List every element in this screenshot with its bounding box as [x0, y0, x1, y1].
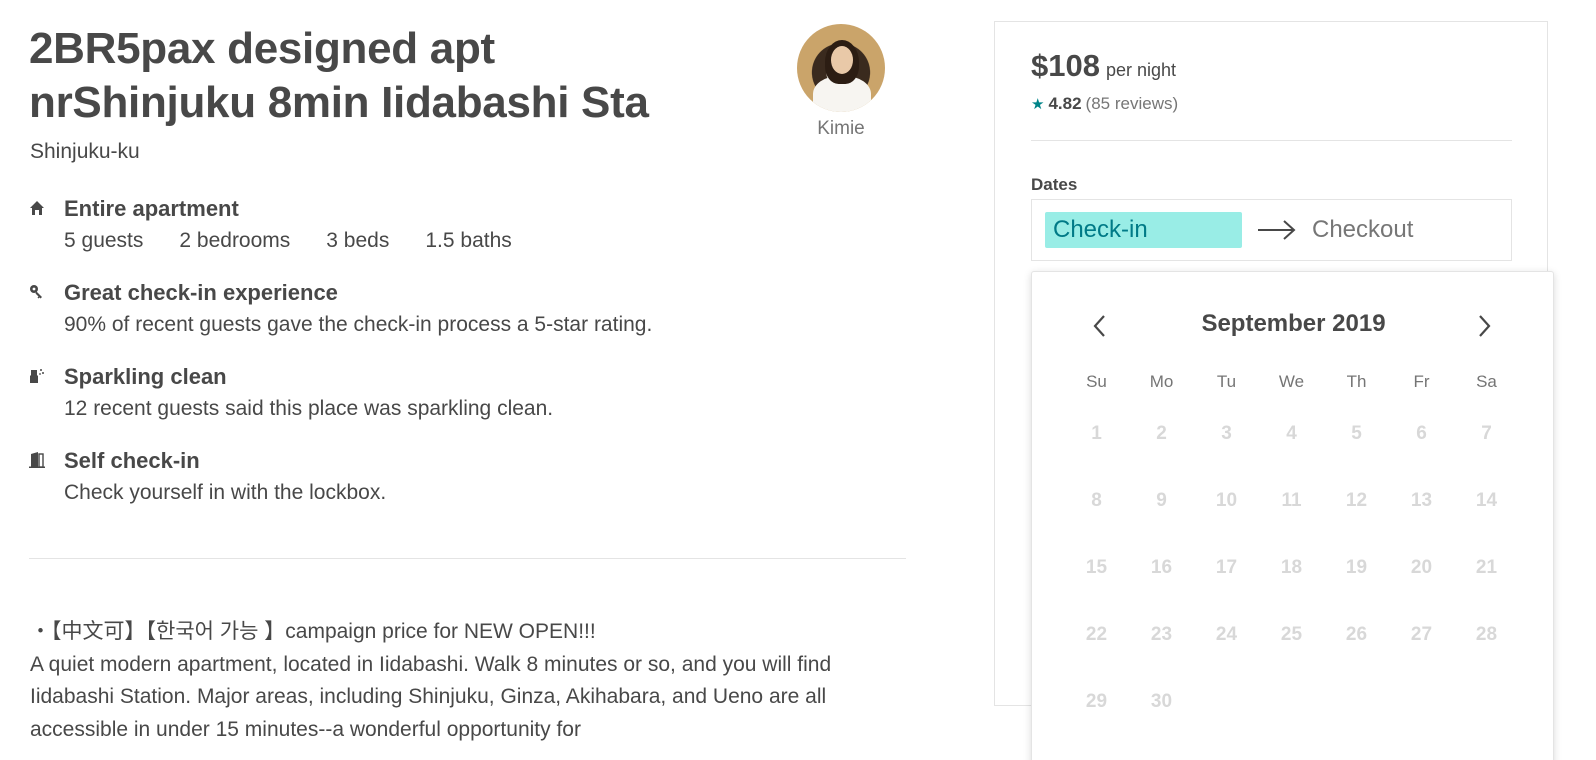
calendar-day-blocked: 2: [1156, 422, 1167, 444]
calendar-day-blocked: 12: [1345, 489, 1368, 511]
room-specs: 5 guests 2 bedrooms 3 beds 1.5 baths: [64, 227, 788, 255]
spec-bedrooms: 2 bedrooms: [179, 229, 291, 252]
calendar-popup: September 2019 Su Mo Tu We Th Fr Sa 1 2 …: [1031, 271, 1554, 760]
calendar-day-blocked: 6: [1416, 422, 1427, 444]
calendar-day-blocked: 5: [1351, 422, 1362, 444]
spec-guests: 5 guests: [64, 229, 144, 252]
listing-title: 2BR5pax designed apt nrShinjuku 8min Iid…: [29, 22, 729, 130]
rating-value: 4.82: [1048, 94, 1082, 113]
description-line: ・【中文可】【한국어 가능 】campaign price for NEW OP…: [30, 620, 596, 643]
listing-location[interactable]: Shinjuku-ku: [30, 140, 140, 164]
calendar-day-blocked: 13: [1410, 489, 1433, 511]
weekday-label: Tu: [1216, 372, 1237, 391]
weekday-label: Th: [1346, 372, 1367, 391]
calendar-day-blocked: 22: [1085, 623, 1108, 645]
weekday-label: Mo: [1149, 372, 1174, 391]
calendar-day-blocked: 4: [1286, 422, 1297, 444]
calendar-day-blocked: 15: [1085, 556, 1108, 578]
key-icon: [30, 285, 42, 299]
listing-description: ・【中文可】【한국어 가능 】campaign price for NEW OP…: [30, 616, 910, 746]
description-body: A quiet modern apartment, located in Iid…: [30, 652, 832, 741]
calendar-day-blocked: 30: [1150, 690, 1173, 712]
weekday-header: Su Mo Tu We Th Fr Sa: [1064, 372, 1519, 392]
calendar-day-blocked: 20: [1410, 556, 1433, 578]
spec-baths: 1.5 baths: [425, 229, 512, 252]
feature-name: Great check-in experience: [64, 280, 338, 305]
door-icon: [29, 452, 45, 468]
date-range-picker: Check-in Checkout: [1031, 199, 1512, 261]
weekday-label: We: [1278, 372, 1305, 391]
calendar-day-blocked: 14: [1475, 489, 1498, 511]
host-avatar[interactable]: [797, 24, 885, 112]
feature-description: Check yourself in with the lockbox.: [64, 481, 387, 504]
weekday-label: Sa: [1476, 372, 1497, 391]
calendar-day-blocked: 23: [1150, 623, 1173, 645]
booking-divider: [1031, 140, 1512, 141]
rating-summary[interactable]: ★ 4.82 (85 reviews): [1031, 94, 1178, 114]
weekday-label: Su: [1086, 372, 1107, 391]
calendar-days-grid: 1 2 3 4 5 6 7 8 9 10 11 12 13 14 15 16 1…: [1064, 400, 1519, 735]
calendar-day-blocked: 21: [1475, 556, 1498, 578]
listing-title-line1: 2BR5pax designed apt: [29, 24, 495, 73]
calendar-day-blocked: 27: [1410, 623, 1433, 645]
feature-sparkling-clean: Sparkling clean 12 recent guests said th…: [28, 363, 788, 423]
listing-title-line2: nrShinjuku 8min Iidabashi Sta: [29, 78, 649, 127]
calendar-day-blocked: 29: [1085, 690, 1108, 712]
nightly-price: $108: [1031, 48, 1100, 83]
calendar-day-blocked: 3: [1221, 422, 1232, 444]
spray-bottle-icon: [30, 369, 44, 383]
feature-name: Entire apartment: [64, 196, 239, 221]
calendar-day-blocked: 1: [1091, 422, 1102, 444]
calendar-day-blocked: 11: [1281, 489, 1302, 511]
calendar-day-blocked: 7: [1481, 422, 1492, 444]
home-icon: [30, 201, 44, 215]
feature-name: Sparkling clean: [64, 364, 227, 389]
feature-name: Self check-in: [64, 448, 200, 473]
calendar-day-blocked: 9: [1156, 489, 1167, 511]
price-row: $108 per night: [1031, 48, 1176, 84]
calendar-day-blocked: 8: [1091, 489, 1102, 511]
arrow-right-icon: [1258, 220, 1296, 240]
calendar-day-blocked: 10: [1215, 489, 1238, 511]
star-icon: ★: [1031, 96, 1045, 113]
review-count[interactable]: (85 reviews): [1086, 94, 1179, 114]
dates-label: Dates: [1031, 175, 1078, 194]
calendar-day-blocked: 19: [1345, 556, 1368, 578]
host-profile[interactable]: Kimie: [796, 24, 886, 140]
next-month-button[interactable]: [1466, 308, 1502, 344]
per-night-label: per night: [1105, 60, 1177, 80]
weekday-label: Fr: [1413, 372, 1430, 391]
section-divider: [29, 558, 906, 559]
listing-highlights: Entire apartment 5 guests 2 bedrooms 3 b…: [28, 195, 788, 531]
feature-checkin-experience: Great check-in experience 90% of recent …: [28, 279, 788, 339]
calendar-day-blocked: 18: [1280, 556, 1303, 578]
calendar-day-blocked: 16: [1150, 556, 1173, 578]
host-name[interactable]: Kimie: [796, 118, 886, 140]
spec-beds: 3 beds: [326, 229, 390, 252]
feature-description: 12 recent guests said this place was spa…: [64, 397, 554, 420]
calendar-day-blocked: 28: [1475, 623, 1498, 645]
calendar-day-blocked: 25: [1280, 623, 1303, 645]
checkin-input[interactable]: Check-in: [1045, 212, 1242, 248]
feature-description: 90% of recent guests gave the check-in p…: [64, 313, 653, 336]
feature-entire-apartment: Entire apartment 5 guests 2 bedrooms 3 b…: [28, 195, 788, 255]
calendar-day-blocked: 24: [1215, 623, 1238, 645]
calendar-day-blocked: 26: [1345, 623, 1368, 645]
calendar-day-blocked: 17: [1215, 556, 1238, 578]
feature-self-checkin: Self check-in Check yourself in with the…: [28, 447, 788, 507]
checkout-input[interactable]: Checkout: [1312, 216, 1413, 244]
chevron-right-icon: [1479, 315, 1491, 337]
